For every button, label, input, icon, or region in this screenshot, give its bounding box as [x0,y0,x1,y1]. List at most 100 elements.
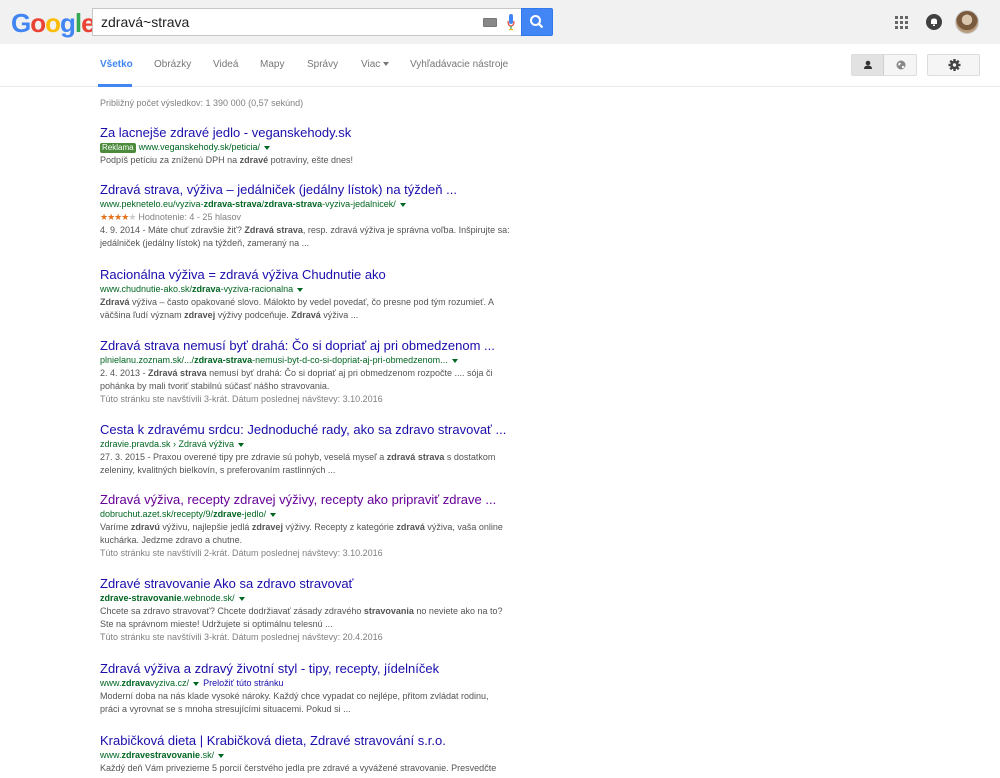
chevron-down-icon[interactable] [270,512,277,517]
result-title-link[interactable]: Zdravá strava, výživa – jedálniček (jedá… [100,182,540,198]
result-snippet: Varíme zdravú výživu, najlepšie jedlá zd… [100,521,540,547]
snippet-text: zeleniny, kvalitných bielkovín, s prefer… [100,465,336,475]
result-title-link[interactable]: Za lacnejše zdravé jedlo - veganskehody.… [100,125,540,141]
chevron-down-icon[interactable] [218,753,225,758]
url-text: -vyziva-racionalna [220,284,294,294]
chevron-down-icon[interactable] [193,681,200,686]
snippet-text: potraviny, ešte dnes! [268,155,354,165]
search-result: Krabičková dieta | Krabičková dieta, Zdr… [100,733,540,775]
tab-more-label: Viac [361,59,381,70]
chevron-down-icon[interactable] [451,358,458,363]
url-text: -nemusi-byt-d-co-si-dopriat-aj-pri-obmed… [252,355,448,365]
result-url: www.peknetelo.eu/vyziva-zdrava-strava/zd… [100,198,540,211]
keyboard-icon[interactable] [483,18,497,27]
chevron-down-icon[interactable] [263,145,270,150]
url-highlight: zdrava-strava [194,355,253,365]
result-title-link[interactable]: Cesta k zdravému srdcu: Jednoduché rady,… [100,422,540,438]
tab-videos[interactable]: Videá [213,59,238,70]
snippet-text: výživu, najlepšie jedlá [159,522,252,532]
snippet-text: pohánka by mali tvoriť stabilnú súčasť n… [100,381,330,391]
rating-stars: ★★★★★ [100,212,136,222]
google-logo[interactable]: Google [11,8,96,39]
search-result: Zdravá výživa a zdravý životní styl - ti… [100,661,540,716]
result-url: www.zdravestravovanie.sk/ [100,749,540,762]
result-title-link[interactable]: Zdravé stravovanie Ako sa zdravo stravov… [100,576,540,592]
url-text: www. [100,750,122,760]
snippet-text: výživy podceňuje. [215,310,292,320]
url-text: vyziva.cz/ [150,678,190,688]
result-snippet: 2. 4. 2013 - Zdravá strava nemusí byť dr… [100,367,540,393]
search-button[interactable] [521,8,553,36]
url-highlight: zdrave-stravovanie [100,593,182,603]
url-highlight: zdrava [121,678,151,688]
result-title-link[interactable]: Zdravá strava nemusí byť drahá: Čo si do… [100,338,540,354]
snippet-text: kuchárka. Jedzme zdravo a chutne. [100,535,243,545]
search-result: Racionálna výživa = zdravá výživa Chudnu… [100,267,540,322]
search-tabs: Všetko Obrázky Videá Mapy Správy Viac Vy… [0,44,1000,87]
result-title-link[interactable]: Krabičková dieta | Krabičková dieta, Zdr… [100,733,540,749]
result-url: www.chudnutie-ako.sk/zdrava-vyziva-racio… [100,283,540,296]
person-icon [864,60,872,69]
avatar[interactable] [955,10,979,34]
url-text: www.chudnutie-ako.sk/ [100,284,193,294]
snippet-text: , resp. zdravá výživa je správna voľba. … [302,225,510,235]
apps-grid-icon[interactable] [895,16,908,29]
tab-search-tools[interactable]: Vyhľadávacie nástroje [410,59,508,70]
chevron-down-icon[interactable] [297,287,304,292]
result-url: plnielanu.zoznam.sk/.../zdrava-strava-ne… [100,354,540,367]
notifications-icon[interactable] [926,14,942,30]
tab-more[interactable]: Viac [361,59,390,70]
result-snippet: Moderní doba na nás klade vysoké nároky.… [100,690,540,716]
settings-button[interactable] [927,54,980,76]
tab-news[interactable]: Správy [307,59,338,70]
snippet-text: 2. 4. 2013 - [100,368,149,378]
snippet-text: s dostatkom [444,452,496,462]
tab-maps[interactable]: Mapy [260,59,284,70]
chevron-down-icon[interactable] [399,202,406,207]
snippet-text: výživa ... [320,310,359,320]
chevron-down-icon[interactable] [238,596,245,601]
chevron-down-icon[interactable] [238,442,245,447]
result-url-text: www.veganskehody.sk/peticia/ [138,142,260,152]
result-url: zdrave-stravovanie.webnode.sk/ [100,592,540,605]
visited-note: Túto stránku ste navštívili 3-krát. Dátu… [100,394,383,404]
snippet-highlight: zdravej [184,310,216,320]
snippet-text: no neviete ako na to? [413,606,503,616]
result-snippet: 4. 9. 2014 - Máte chuť zdravšie žiť? Zdr… [100,224,540,250]
result-stats: Približný počet výsledkov: 1 390 000 (0,… [100,98,304,108]
microphone-icon[interactable] [507,14,515,31]
snippet-text: väčšina ľudí význam [100,310,185,320]
tab-images[interactable]: Obrázky [154,59,191,70]
search-input[interactable] [93,9,473,35]
result-snippet: Každý deň Vám privezieme 5 porcií čerstv… [100,762,540,775]
personal-results-button[interactable] [852,55,884,75]
url-text: plnielanu.zoznam.sk/.../ [100,355,195,365]
result-url: Reklama www.veganskehody.sk/peticia/ [100,141,540,154]
snippet-text: výživa, vaša online [424,522,503,532]
result-title-link[interactable]: Zdravá výživa a zdravý životní styl - ti… [100,661,540,677]
translate-page-link[interactable]: Preložiť túto stránku [203,678,283,688]
result-title-link[interactable]: Racionálna výživa = zdravá výživa Chudnu… [100,267,540,283]
logo-letter: g [60,8,76,38]
result-url: dobruchut.azet.sk/recepty/9/zdrave-jedlo… [100,508,540,521]
snippet-highlight: Zdravá [100,297,130,307]
snippet-highlight: stravovania [363,606,414,616]
snippet-highlight: Zdravá [291,310,321,320]
snippet-text: jedálniček (jedálny lístok) na týždeň, z… [100,238,310,248]
star-empty-icon: ★ [128,212,136,222]
url-text: -vyziva-jedalnicek/ [322,199,396,209]
url-text: .webnode.sk/ [181,593,235,603]
snippet-text: nemusí byť drahá: Čo si dopriať aj pri o… [206,368,493,378]
search-box[interactable] [92,8,521,36]
url-text: .sk/ [200,750,215,760]
snippet-highlight: Zdravá strava [148,368,207,378]
search-icon [530,15,544,29]
top-bar: Google [0,0,1000,44]
tab-all[interactable]: Všetko [100,59,133,70]
snippet-highlight: zdravej [251,522,283,532]
result-snippet: 27. 3. 2015 - Praxou overené tipy pre zd… [100,451,540,477]
global-results-button[interactable] [885,55,917,75]
snippet-text: Moderní doba na nás klade vysoké nároky.… [100,691,489,701]
result-title-link[interactable]: Zdravá výživa, recepty zdravej výživy, r… [100,492,540,508]
url-text: www.peknetelo.eu/vyziva- [100,199,204,209]
